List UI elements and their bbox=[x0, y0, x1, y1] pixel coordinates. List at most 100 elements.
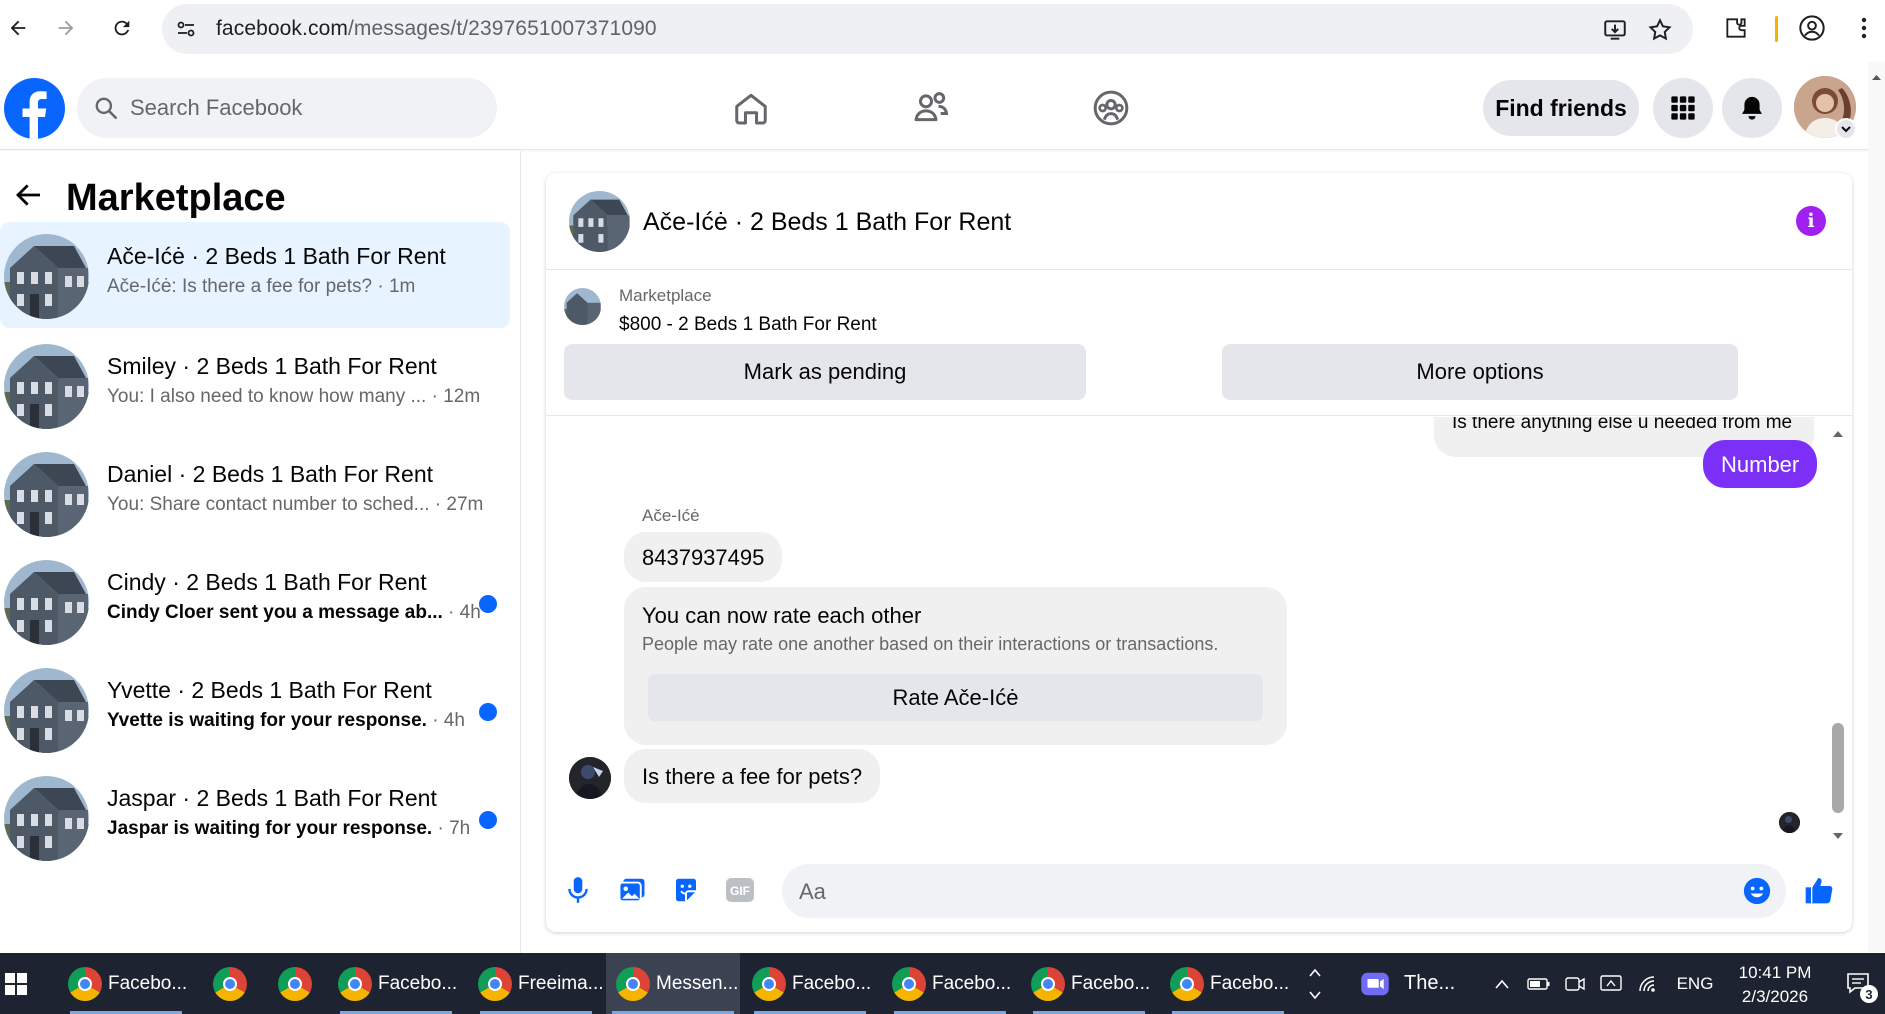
listing-thumbnail bbox=[4, 776, 89, 861]
conversation-item[interactable]: Daniel · 2 Beds 1 Bath For Rent You: Sha… bbox=[0, 440, 510, 546]
thumbs-up-icon[interactable] bbox=[1801, 872, 1837, 908]
page-scrollbar[interactable] bbox=[1868, 62, 1885, 952]
chrome-icon bbox=[278, 966, 312, 1001]
scrollbar-thumb[interactable] bbox=[1832, 723, 1844, 813]
menu-grid-icon[interactable] bbox=[1653, 78, 1713, 138]
sender-avatar[interactable] bbox=[569, 757, 611, 799]
message-placeholder: Aa bbox=[799, 879, 826, 904]
conversation-snippet: You: I also need to know how many ... · … bbox=[107, 386, 480, 408]
conversation-item[interactable]: Jaspar · 2 Beds 1 Bath For Rent Jaspar i… bbox=[0, 764, 510, 870]
sidebar-header: Marketplace bbox=[0, 165, 521, 225]
forward-icon[interactable] bbox=[48, 10, 84, 46]
reload-icon[interactable] bbox=[104, 10, 140, 46]
chat-title[interactable]: Ače-Ićė · 2 Beds 1 Bath For Rent bbox=[643, 208, 1011, 237]
taskbar-label: Facebo... bbox=[792, 972, 872, 994]
taskbar-chrome-window[interactable] bbox=[205, 953, 255, 1014]
chrome-icon bbox=[1170, 966, 1204, 1001]
battery-icon[interactable] bbox=[1524, 953, 1554, 1014]
snippet-text: Ače-Ićė: Is there a fee for pets? bbox=[107, 276, 373, 297]
conversation-snippet: You: Share contact number to sched... · … bbox=[107, 494, 483, 516]
taskbar-label: Facebo... bbox=[1071, 972, 1151, 994]
info-icon[interactable]: i bbox=[1796, 206, 1826, 236]
photo-icon[interactable] bbox=[614, 872, 650, 908]
notification-center-icon[interactable]: 3 bbox=[1836, 953, 1882, 1014]
conversation-item[interactable]: Cindy · 2 Beds 1 Bath For Rent Cindy Clo… bbox=[0, 548, 510, 654]
tray-chevron-up-icon[interactable] bbox=[1490, 953, 1514, 1014]
chat-panel: Ače-Ićė · 2 Beds 1 Bath For Rent i Marke… bbox=[546, 173, 1852, 932]
notifications-bell-icon[interactable] bbox=[1722, 78, 1782, 138]
find-friends-button[interactable]: Find friends bbox=[1483, 80, 1639, 136]
conversation-item[interactable]: Smiley · 2 Beds 1 Bath For Rent You: I a… bbox=[0, 332, 510, 438]
taskbar-chrome-window[interactable]: Facebo... bbox=[64, 953, 188, 1014]
listing-banner: Marketplace $800 - 2 Beds 1 Bath For Ren… bbox=[546, 271, 1852, 416]
taskbar-chrome-window-active[interactable]: Messen... bbox=[606, 953, 740, 1014]
chrome-icon bbox=[616, 966, 650, 1001]
listing-thumbnail bbox=[4, 344, 89, 429]
listing-title[interactable]: $800 - 2 Beds 1 Bath For Rent bbox=[619, 314, 877, 336]
taskbar-chrome-window[interactable]: Facebo... bbox=[1027, 953, 1151, 1014]
conversation-snippet: Cindy Cloer sent you a message ab... · 4… bbox=[107, 602, 481, 624]
taskbar-chrome-window[interactable]: Facebo... bbox=[334, 953, 458, 1014]
sidebar-title: Marketplace bbox=[66, 177, 286, 219]
system-clock[interactable]: 10:41 PM 2/3/2026 bbox=[1730, 961, 1820, 1009]
taskbar-chrome-window[interactable]: Facebo... bbox=[1166, 953, 1290, 1014]
listing-thumbnail bbox=[4, 234, 89, 319]
message-input[interactable]: Aa bbox=[782, 864, 1786, 918]
zoom-video-icon bbox=[1361, 972, 1389, 995]
outgoing-message: Number bbox=[1703, 440, 1818, 488]
conversation-item[interactable]: Yvette · 2 Beds 1 Bath For Rent Yvette i… bbox=[0, 656, 510, 762]
language-indicator[interactable]: ENG bbox=[1672, 953, 1718, 1014]
sender-name: Ače-Ićė bbox=[642, 506, 700, 525]
install-app-icon[interactable] bbox=[1602, 17, 1628, 43]
site-settings-icon[interactable] bbox=[174, 17, 198, 41]
menu-kebab-icon[interactable] bbox=[1854, 12, 1874, 44]
search-placeholder: Search Facebook bbox=[130, 95, 303, 120]
mark-as-pending-button[interactable]: Mark as pending bbox=[564, 344, 1086, 400]
taskbar-zoom-window[interactable]: The... bbox=[1352, 953, 1472, 1014]
facebook-logo-icon[interactable] bbox=[4, 78, 65, 139]
gif-icon[interactable]: GIF bbox=[722, 872, 758, 908]
listing-thumbnail bbox=[4, 452, 89, 537]
back-arrow-icon[interactable] bbox=[12, 179, 44, 211]
taskbar-chrome-window[interactable] bbox=[270, 953, 320, 1014]
rate-user-button[interactable]: Rate Ače-Ićė bbox=[648, 674, 1263, 721]
notification-count-badge: 3 bbox=[1860, 985, 1878, 1003]
taskbar-label: Facebo... bbox=[378, 972, 458, 994]
address-bar[interactable]: facebook.com/messages/t/2397651007371090 bbox=[162, 4, 1693, 54]
friends-icon[interactable] bbox=[907, 84, 955, 132]
search-input[interactable]: Search Facebook bbox=[77, 78, 497, 138]
chat-listing-thumbnail[interactable] bbox=[569, 191, 630, 252]
conversation-name: Jaspar · 2 Beds 1 Bath For Rent bbox=[107, 785, 437, 811]
groups-icon[interactable] bbox=[1087, 84, 1135, 132]
wifi-icon[interactable] bbox=[1634, 953, 1664, 1014]
taskbar-chrome-window[interactable]: Facebo... bbox=[888, 953, 1012, 1014]
home-icon[interactable] bbox=[727, 84, 775, 132]
screen-capture-icon[interactable] bbox=[1596, 953, 1626, 1014]
chrome-icon bbox=[892, 966, 926, 1001]
listing-label: Marketplace bbox=[619, 286, 712, 305]
taskbar-chrome-window[interactable]: Freeima... bbox=[474, 953, 604, 1014]
windows-taskbar: Facebo... Facebo... Freeima... Messen...… bbox=[0, 953, 1885, 1014]
profile-icon[interactable] bbox=[1796, 12, 1828, 44]
listing-thumbnail bbox=[4, 560, 89, 645]
listing-thumbnail bbox=[4, 668, 89, 753]
bookmark-star-icon[interactable] bbox=[1647, 17, 1673, 43]
search-icon bbox=[93, 95, 119, 121]
snippet-time: · 12m bbox=[426, 386, 481, 407]
camera-status-icon[interactable] bbox=[1560, 953, 1590, 1014]
rate-card-subtitle: People may rate one another based on the… bbox=[642, 634, 1219, 654]
conversation-item[interactable]: Ače-Ićė · 2 Beds 1 Bath For Rent Ače-Ićė… bbox=[0, 222, 510, 328]
sticker-icon[interactable] bbox=[668, 872, 704, 908]
listing-small-thumbnail bbox=[564, 288, 601, 325]
microphone-icon[interactable] bbox=[560, 872, 596, 908]
taskbar-overflow-arrows[interactable] bbox=[1302, 953, 1328, 1014]
extensions-icon[interactable] bbox=[1720, 12, 1752, 44]
conversation-name: Yvette · 2 Beds 1 Bath For Rent bbox=[107, 677, 432, 703]
emoji-icon[interactable] bbox=[1742, 876, 1772, 906]
more-options-button[interactable]: More options bbox=[1222, 344, 1738, 400]
back-icon[interactable] bbox=[0, 10, 36, 46]
taskbar-chrome-window[interactable]: Facebo... bbox=[748, 953, 872, 1014]
windows-start-icon[interactable] bbox=[0, 953, 32, 1014]
account-caret-icon[interactable] bbox=[1835, 118, 1857, 140]
chat-scrollbar[interactable] bbox=[1831, 423, 1845, 853]
